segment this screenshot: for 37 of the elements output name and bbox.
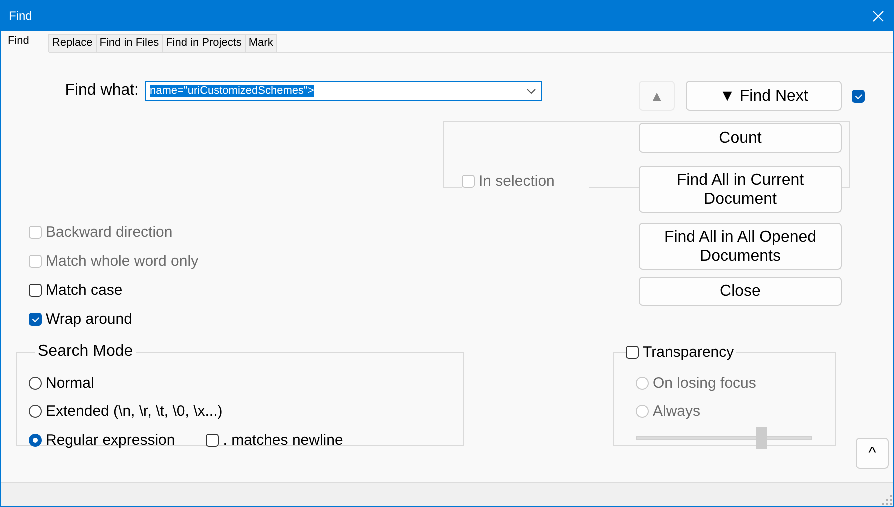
- checkbox[interactable]: [206, 434, 220, 447]
- checkbox[interactable]: [852, 90, 865, 103]
- checkbox-label: Backward direction: [46, 224, 173, 241]
- find-what-field[interactable]: name="uriCustomizedSchemes">: [145, 81, 542, 101]
- checkbox-label: Wrap around: [46, 311, 132, 328]
- action-button[interactable]: Close: [639, 277, 842, 306]
- find-next-button[interactable]: ▼ Find Next: [686, 81, 842, 111]
- checkbox[interactable]: [29, 313, 42, 326]
- tab[interactable]: Mark: [244, 34, 278, 52]
- radio-label: Regular expression: [46, 432, 176, 449]
- action-button[interactable]: Count: [639, 123, 842, 153]
- dropdown-icon[interactable]: [527, 88, 536, 94]
- field-label: Find what:: [64, 82, 139, 100]
- radio-label: Normal: [46, 374, 94, 392]
- radio-label: Extended (\n, \r, \t, \0, \x...): [46, 403, 223, 420]
- tab[interactable]: Replace: [48, 34, 97, 52]
- radio-label: Always: [653, 402, 701, 420]
- radio-button[interactable]: [29, 434, 42, 447]
- action-button[interactable]: Find All in All Opened Documents: [639, 223, 842, 270]
- tab[interactable]: Find in Projects: [162, 34, 246, 52]
- group-title: Search Mode: [37, 343, 134, 361]
- close-icon[interactable]: [873, 10, 884, 22]
- checkbox-label: Transparency: [643, 344, 734, 361]
- window-title: Find: [9, 9, 32, 23]
- checkbox[interactable]: [626, 346, 639, 359]
- checkbox-label: Match case: [46, 282, 123, 299]
- tab[interactable]: Find in Files: [96, 34, 164, 52]
- checkbox-label: . matches newline: [223, 432, 344, 449]
- radio-button[interactable]: [29, 376, 42, 390]
- collapse-button[interactable]: ^: [856, 438, 889, 469]
- radio-button[interactable]: [29, 405, 42, 418]
- checkbox-label: In selection: [479, 173, 555, 190]
- checkbox-label: Match whole word only: [46, 253, 199, 270]
- checkbox[interactable]: [29, 284, 42, 297]
- action-button[interactable]: Find All in Current Document: [639, 166, 842, 213]
- resize-grip-icon[interactable]: [882, 495, 892, 505]
- radio-label: On losing focus: [653, 374, 756, 392]
